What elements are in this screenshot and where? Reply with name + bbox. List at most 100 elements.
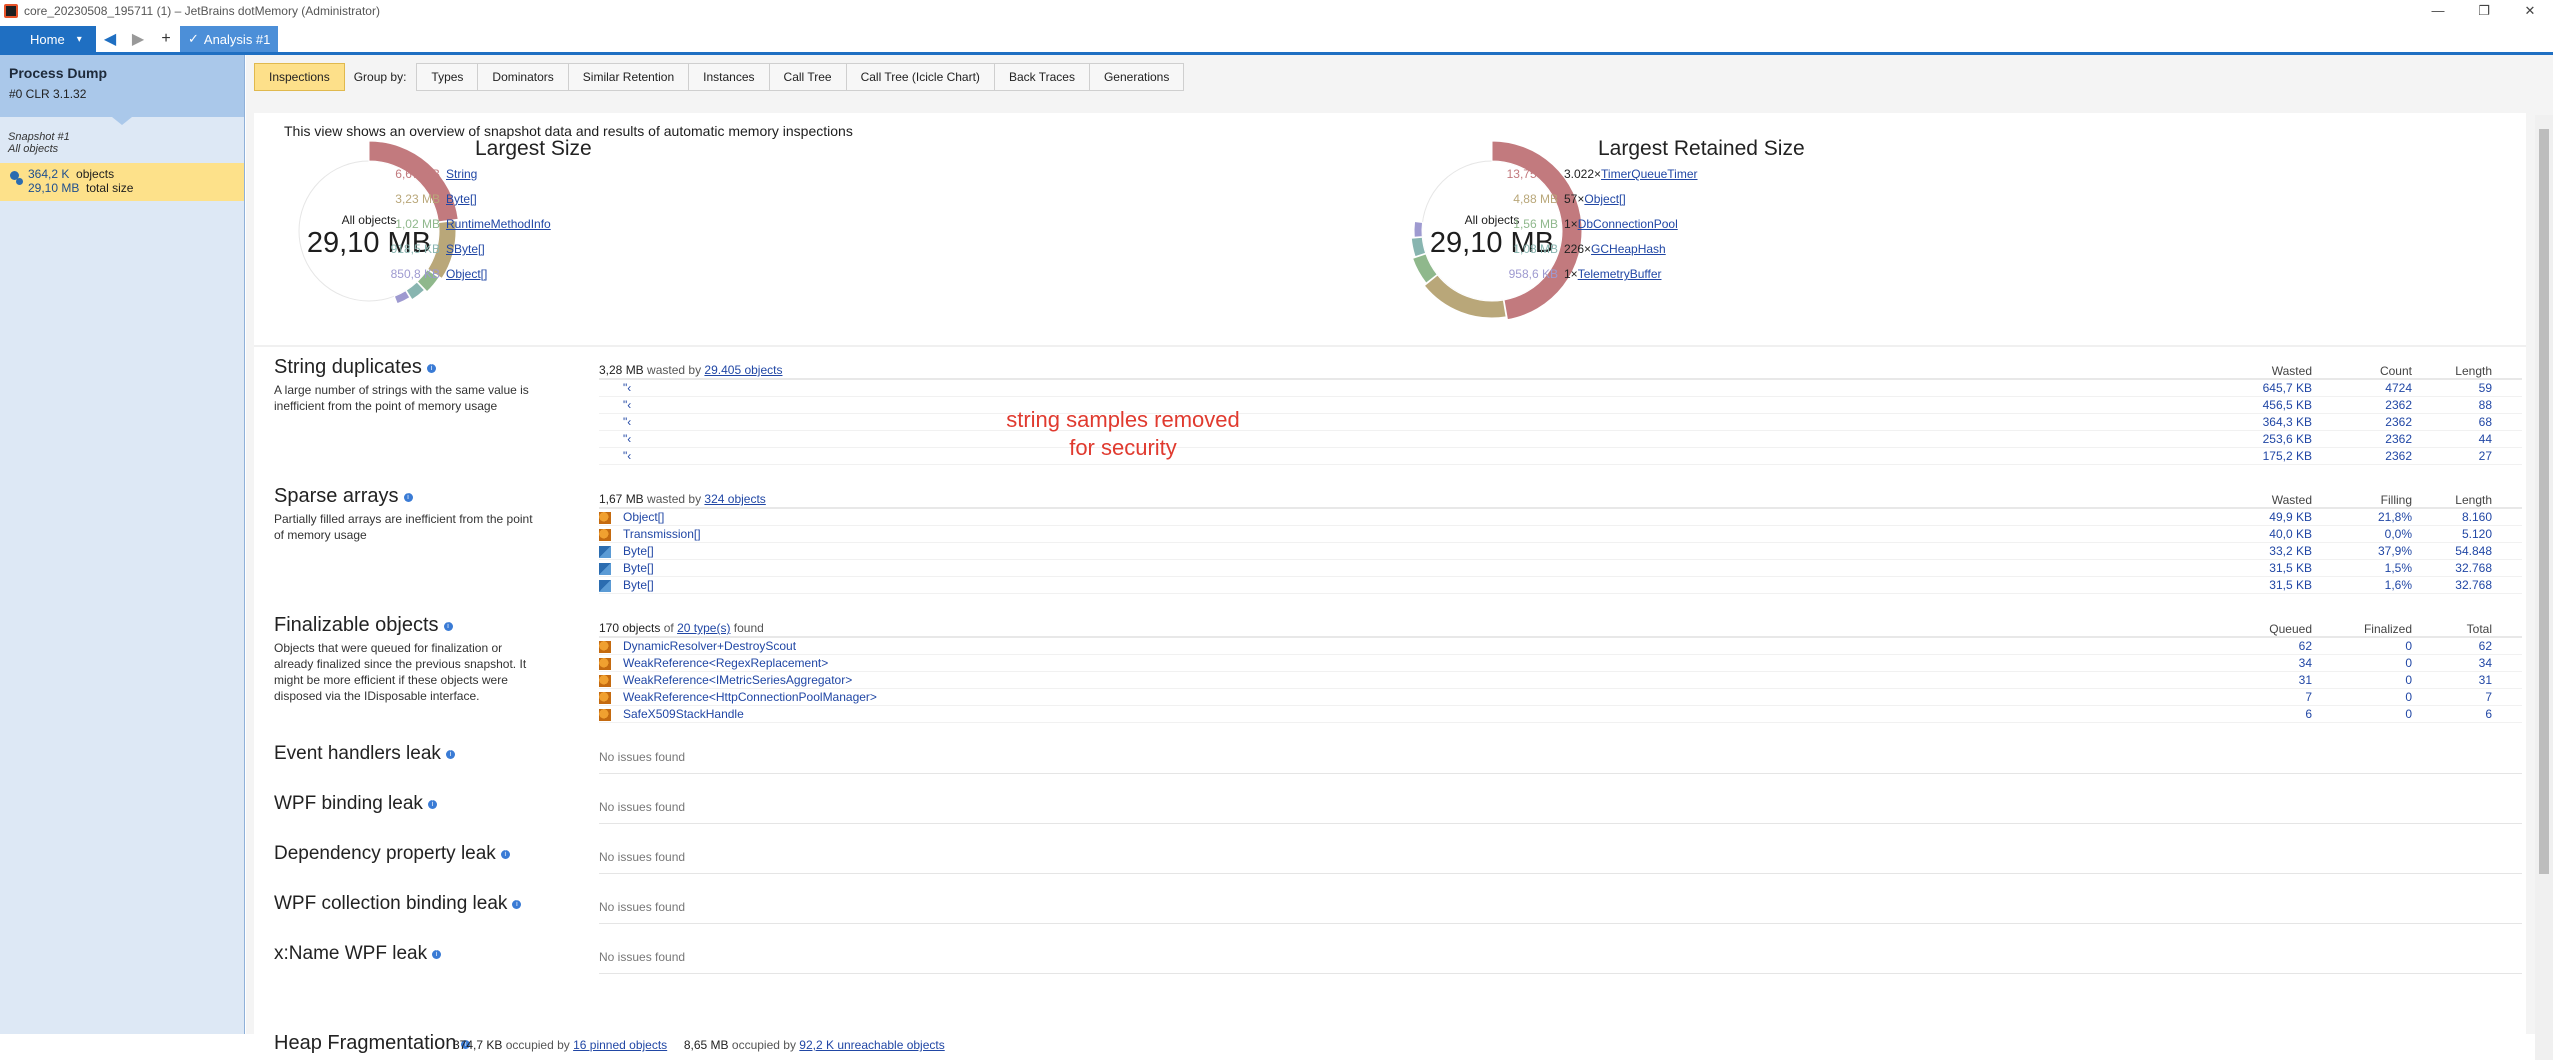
info-icon[interactable]: i: [500, 850, 510, 859]
sidebar: Process Dump #0 CLR 3.1.32 Snapshot #1 A…: [0, 55, 245, 1034]
add-tab-icon[interactable]: +: [152, 26, 180, 52]
table-row[interactable]: WeakReference<HttpConnectionPoolManager>…: [599, 689, 2522, 706]
legend-count: 3.022×: [1564, 167, 1602, 181]
legend-item: 918,5 KB SByte[]: [386, 242, 551, 267]
legend-type-link[interactable]: TelemetryBuffer: [1578, 267, 1662, 292]
legend-type-link[interactable]: Object[]: [1584, 192, 1625, 217]
table-row[interactable]: "‹ 645,7 KB 4724 59: [599, 380, 2522, 397]
table-row[interactable]: "‹ 456,5 KB 2362 88: [599, 397, 2522, 414]
card-pointer: [112, 117, 132, 125]
total-size-label: total size: [86, 181, 134, 195]
sparse-arrays-title: Sparse arrays i: [274, 485, 413, 508]
unreachable-objects-link[interactable]: 92,2 K unreachable objects: [799, 1038, 944, 1052]
table-row[interactable]: "‹ 253,6 KB 2362 44: [599, 431, 2522, 448]
maximize-button[interactable]: ❐: [2461, 0, 2507, 22]
info-icon[interactable]: i: [445, 750, 455, 759]
row-name-text: "‹: [623, 398, 632, 412]
pinned-objects-link[interactable]: 16 pinned objects: [573, 1038, 667, 1052]
table-row[interactable]: SafeX509StackHandle 6 0 6: [599, 706, 2522, 723]
unreachable-mid: occupied by: [731, 1038, 796, 1052]
table-row[interactable]: Byte[] 33,2 KB 37,9% 54.848: [599, 543, 2522, 560]
tab-generations[interactable]: Generations: [1088, 63, 1185, 91]
scrollbar-thumb[interactable]: [2539, 129, 2549, 874]
tab-inspections[interactable]: Inspections: [254, 63, 345, 91]
legend-type-link[interactable]: Byte[]: [446, 192, 477, 217]
cell-filling: 0,0%: [2384, 527, 2412, 541]
cell-finalized: 0: [2405, 673, 2412, 687]
array-type-icon: [599, 563, 611, 575]
home-tab[interactable]: Home ▾: [0, 26, 96, 52]
inspections-panel: This view shows an overview of snapshot …: [254, 113, 2526, 1058]
forward-arrow-icon[interactable]: ▶: [124, 26, 152, 52]
snapshot-summary[interactable]: 364,2 K objects 29,10 MB total size: [0, 163, 244, 201]
tab-types[interactable]: Types: [416, 63, 479, 91]
donut-slice-object-[interactable]: [1423, 274, 1507, 319]
legend-item: 1,56 MB 1× DbConnectionPool: [1504, 217, 1698, 242]
tab-analysis-1[interactable]: ✓ Analysis #1: [180, 26, 279, 52]
window-title: core_20230508_195711 (1) – JetBrains dot…: [24, 4, 380, 18]
legend-size: 1,08 MB: [1513, 242, 1558, 256]
legend-type-link[interactable]: Object[]: [446, 267, 487, 292]
info-icon[interactable]: i: [403, 493, 413, 502]
info-icon[interactable]: i: [512, 900, 522, 909]
cell-wasted: 31,5 KB: [2269, 561, 2312, 575]
row-name-text: "‹: [623, 432, 632, 446]
cell-finalized: 0: [2405, 656, 2412, 670]
legend-size: 850,8 KB: [390, 267, 440, 281]
cell-length: 32.768: [2455, 561, 2492, 575]
table-row[interactable]: "‹ 175,2 KB 2362 27: [599, 448, 2522, 465]
row-name-text: DynamicResolver+DestroyScout: [623, 639, 797, 653]
objects-count: 364,2 K: [28, 167, 70, 181]
sparse-rows: Object[] 49,9 KB 21,8% 8.160 Transmission[] 4…: [599, 509, 2522, 594]
close-button[interactable]: ✕: [2507, 0, 2553, 22]
cell-queued: 31: [2298, 673, 2312, 687]
leak-title: x:Name WPF leak i: [274, 943, 442, 965]
info-icon[interactable]: i: [427, 800, 437, 809]
back-arrow-icon[interactable]: ◀: [96, 26, 124, 52]
table-row[interactable]: Byte[] 31,5 KB 1,5% 32.768: [599, 560, 2522, 577]
process-runtime: #0 CLR 3.1.32: [9, 87, 87, 101]
legend-type-link[interactable]: DbConnectionPool: [1578, 217, 1678, 242]
legend-item: 850,8 KB Object[]: [386, 267, 551, 292]
minimize-button[interactable]: —: [2415, 0, 2461, 22]
cell-total: 7: [2485, 690, 2492, 704]
table-row[interactable]: WeakReference<RegexReplacement> 34 0 34: [599, 655, 2522, 672]
info-icon[interactable]: i: [443, 622, 453, 631]
vertical-scrollbar[interactable]: [2535, 115, 2553, 1060]
legend-type-link[interactable]: String: [446, 167, 477, 192]
tab-instances[interactable]: Instances: [688, 63, 770, 91]
snapshot-sub: All objects: [8, 143, 59, 155]
tab-similar-retention[interactable]: Similar Retention: [567, 63, 690, 91]
leak-title: WPF binding leak i: [274, 793, 437, 815]
legend-type-link[interactable]: TimerQueueTimer: [1601, 167, 1697, 192]
table-row[interactable]: DynamicResolver+DestroyScout 62 0 62: [599, 638, 2522, 655]
home-menu-chevron-icon[interactable]: ▾: [77, 34, 82, 45]
sparse-arrays-desc: Partially filled arrays are inefficient …: [274, 512, 533, 542]
legend-count: 57×: [1564, 192, 1585, 206]
leak-title-text: WPF collection binding leak: [274, 893, 508, 914]
tab-icicle-chart[interactable]: Call Tree (Icicle Chart): [845, 63, 995, 91]
info-icon[interactable]: i: [432, 950, 442, 959]
string-duplicates-title: String duplicates i: [274, 356, 436, 379]
legend-size: 3,23 MB: [395, 192, 440, 206]
table-row[interactable]: Byte[] 31,5 KB 1,6% 32.768: [599, 577, 2522, 594]
process-dump-card[interactable]: Process Dump #0 CLR 3.1.32: [0, 55, 244, 117]
tab-call-tree[interactable]: Call Tree: [768, 63, 847, 91]
table-row[interactable]: Transmission[] 40,0 KB 0,0% 5.120: [599, 526, 2522, 543]
legend-size: 1,56 MB: [1513, 217, 1558, 231]
info-icon[interactable]: i: [426, 364, 436, 373]
heap-fragmentation-title-text: Heap Fragmentation: [274, 1032, 457, 1054]
leak-status: No issues found: [599, 900, 686, 914]
legend-type-link[interactable]: GCHeapHash: [1591, 242, 1666, 267]
tab-back-traces[interactable]: Back Traces: [993, 63, 1090, 91]
legend-type-link[interactable]: RuntimeMethodInfo: [446, 217, 551, 242]
cell-total: 62: [2478, 639, 2492, 653]
legend-type-link[interactable]: SByte[]: [446, 242, 485, 267]
tab-dominators[interactable]: Dominators: [477, 63, 569, 91]
total-size: 29,10 MB: [28, 181, 80, 195]
table-row[interactable]: WeakReference<IMetricSeriesAggregator> 31…: [599, 672, 2522, 689]
cell-total: 6: [2485, 707, 2492, 721]
leak-title-text: x:Name WPF leak: [274, 943, 428, 964]
table-row[interactable]: "‹ 364,3 KB 2362 68: [599, 414, 2522, 431]
table-row[interactable]: Object[] 49,9 KB 21,8% 8.160: [599, 509, 2522, 526]
